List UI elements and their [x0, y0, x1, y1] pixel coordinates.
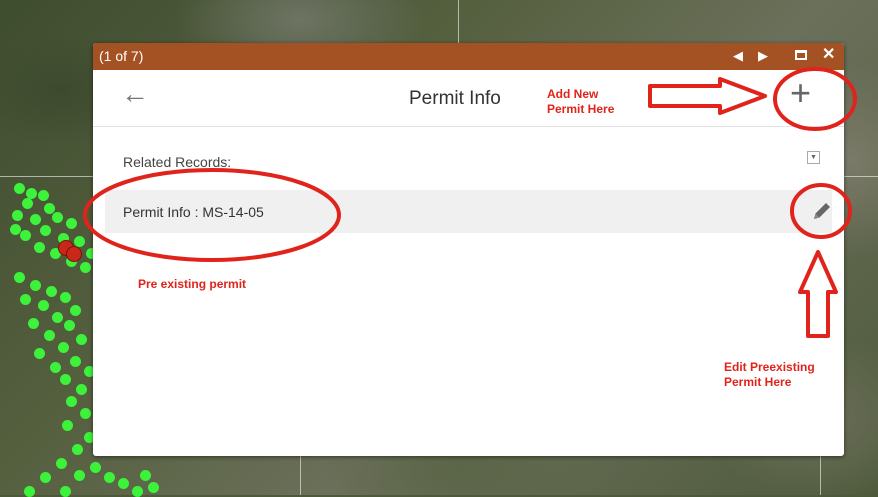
- annotation-line: Permit Here: [724, 375, 792, 389]
- annotation-line: Add New: [547, 87, 599, 101]
- annotation-ellipse-record: [83, 168, 341, 262]
- annotation-overlay: [83, 67, 857, 338]
- edit-annotation: Edit Preexisting Permit Here: [724, 360, 815, 390]
- annotation-line: Permit Here: [547, 102, 615, 116]
- annotation-line: Edit Preexisting: [724, 360, 815, 374]
- annotation-arrow-right: [648, 77, 767, 115]
- add-new-annotation: Add New Permit Here: [547, 87, 614, 117]
- existing-permit-annotation: Pre existing permit: [138, 277, 247, 291]
- annotation-ellipse-add: [773, 67, 857, 131]
- annotation-ellipse-edit: [790, 183, 852, 239]
- annotation-arrow-up: [798, 250, 838, 338]
